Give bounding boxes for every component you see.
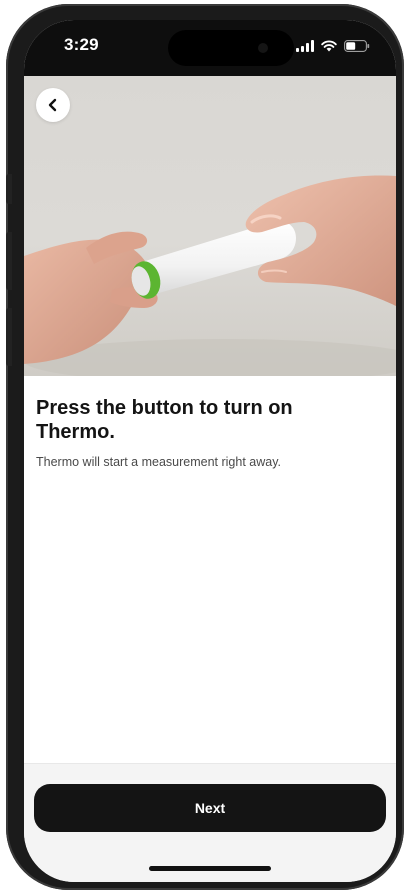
content: Press the button to turn on Thermo. Ther… [24, 376, 396, 470]
phone-frame: 3:29 Press the button to turn on Thermo.… [6, 4, 404, 890]
hero-image [24, 76, 396, 376]
volume-down-button [6, 308, 12, 366]
back-button[interactable] [36, 88, 70, 122]
signal-icon [296, 40, 314, 52]
hands-holding-thermometer-photo [24, 175, 396, 376]
volume-up-button [6, 232, 12, 290]
page-description: Thermo will start a measurement right aw… [36, 455, 281, 469]
bottom-action-area: Next [24, 763, 396, 882]
page-title: Press the button to turn on Thermo. [36, 397, 293, 443]
next-button[interactable]: Next [34, 784, 386, 832]
screen: 3:29 Press the button to turn on Thermo.… [24, 20, 396, 882]
front-camera [258, 43, 268, 53]
wifi-icon [321, 40, 337, 52]
battery-icon [344, 40, 370, 52]
status-time: 3:29 [64, 35, 99, 54]
status-bar: 3:29 [24, 20, 396, 76]
home-indicator[interactable] [149, 866, 271, 871]
dynamic-island [168, 30, 294, 66]
status-icons [296, 40, 370, 52]
chevron-left-icon [48, 98, 57, 112]
silent-switch [6, 174, 12, 204]
